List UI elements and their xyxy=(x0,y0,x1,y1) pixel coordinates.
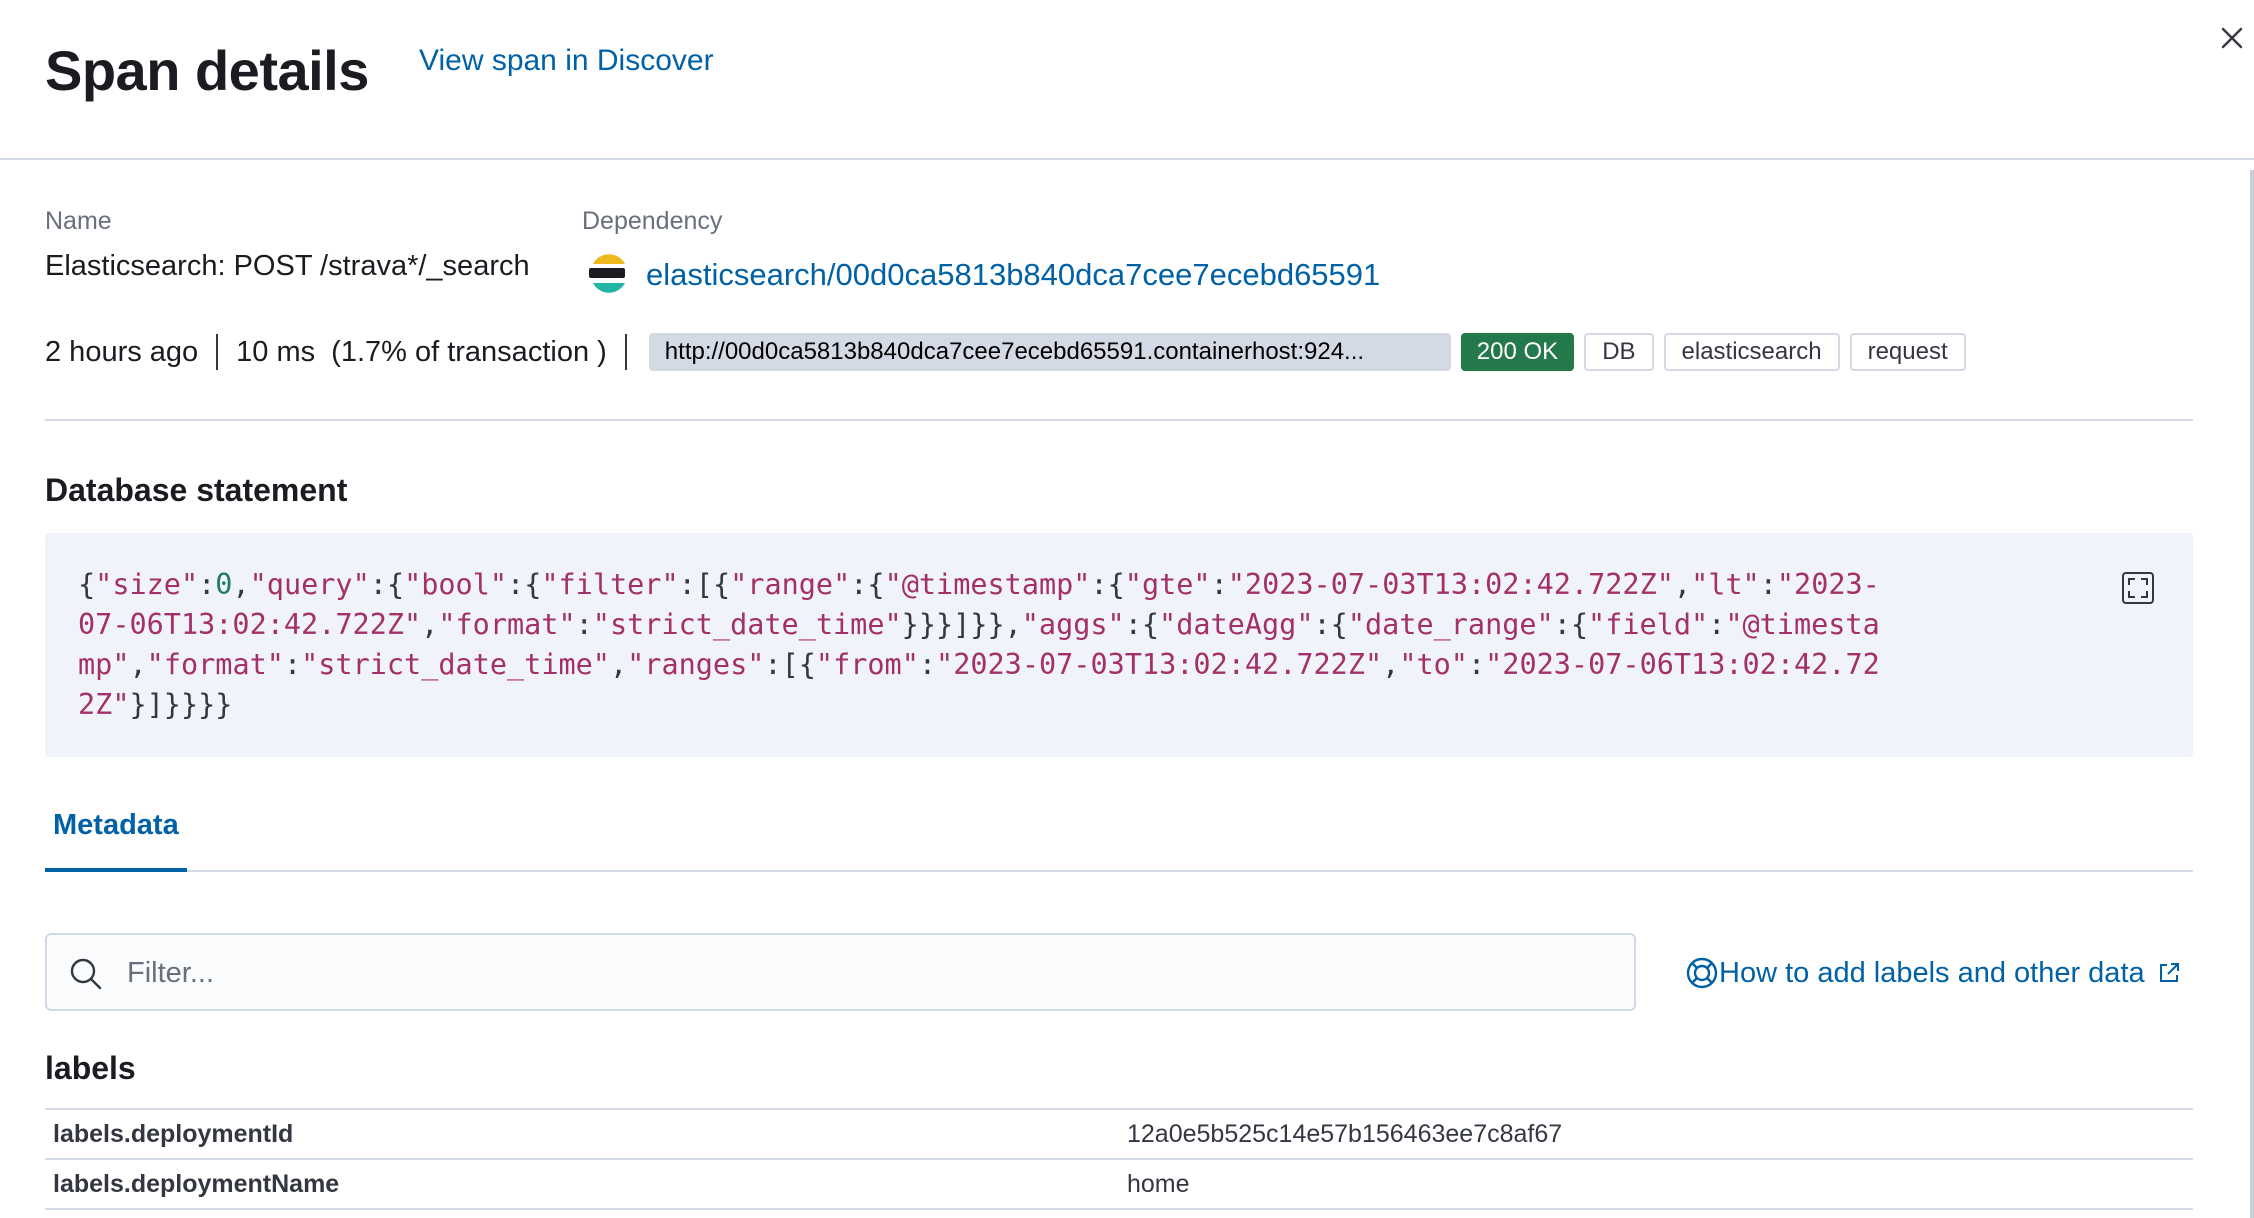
page-title: Span details xyxy=(45,39,369,102)
action-badge: request xyxy=(1849,333,1966,371)
help-link[interactable]: How to add labels and other data xyxy=(1685,953,2181,993)
separator xyxy=(216,334,219,370)
close-icon xyxy=(2221,27,2243,49)
row-value: 12a0e5b525c14e57b156463ee7c8af67 xyxy=(1127,1120,1563,1148)
timestamp: 2 hours ago xyxy=(45,335,199,368)
database-statement-title: Database statement xyxy=(45,472,348,508)
search-icon xyxy=(70,958,102,990)
table-row: labels.deploymentId 12a0e5b525c14e57b156… xyxy=(45,1108,2193,1158)
filter-input[interactable] xyxy=(125,937,1609,1009)
filter-field[interactable] xyxy=(45,933,1636,1011)
duration-percent: (1.7% of transaction ) xyxy=(331,335,607,368)
status-badge: 200 OK xyxy=(1460,333,1575,371)
subtype-badge: elasticsearch xyxy=(1663,333,1840,371)
table-row: labels.deploymentName home xyxy=(45,1158,2193,1210)
scrollbar[interactable] xyxy=(2250,170,2254,1218)
fullscreen-button[interactable] xyxy=(2121,571,2155,605)
elasticsearch-logo-icon xyxy=(589,254,625,293)
dependency-link[interactable]: elasticsearch/00d0ca5813b840dca7cee7eceb… xyxy=(646,257,1380,293)
labels-table: labels.deploymentId 12a0e5b525c14e57b156… xyxy=(45,1108,2193,1210)
database-statement-code[interactable]: {"size":0,"query":{"bool":{"filter":[{"r… xyxy=(45,533,2193,757)
close-button[interactable] xyxy=(2216,22,2248,54)
tab-metadata[interactable]: Metadata xyxy=(45,800,187,872)
view-in-discover-link[interactable]: View span in Discover xyxy=(419,44,714,78)
row-value: home xyxy=(1127,1170,1190,1198)
external-link-icon xyxy=(2159,963,2179,982)
row-key: labels.deploymentName xyxy=(53,1170,340,1198)
dependency-label: Dependency xyxy=(582,207,723,235)
duration: 10 ms xyxy=(236,335,316,368)
url-badge[interactable]: http://00d0ca5813b840dca7cee7ecebd65591.… xyxy=(648,333,1451,371)
lifebuoy-icon xyxy=(1686,957,1718,989)
flyout-header: Span details View span in Discover xyxy=(0,0,2254,160)
type-badge: DB xyxy=(1584,333,1654,371)
row-key: labels.deploymentId xyxy=(53,1120,294,1148)
name-label: Name xyxy=(45,207,112,235)
tab-bar: Metadata xyxy=(45,800,2193,872)
statement-text: {"size":0,"query":{"bool":{"filter":[{"r… xyxy=(78,568,1880,721)
span-name: Elasticsearch: POST /strava*/_search xyxy=(45,250,530,282)
fullscreen-icon xyxy=(2122,572,2154,604)
divider xyxy=(45,419,2193,421)
help-link-label: How to add labels and other data xyxy=(1719,956,2145,989)
labels-section-title: labels xyxy=(45,1050,136,1086)
span-summary: 2 hours ago 10 ms (1.7% of transaction )… xyxy=(45,330,1976,374)
separator xyxy=(624,334,627,370)
span-details-flyout: Span details View span in Discover Name … xyxy=(0,0,2254,1218)
